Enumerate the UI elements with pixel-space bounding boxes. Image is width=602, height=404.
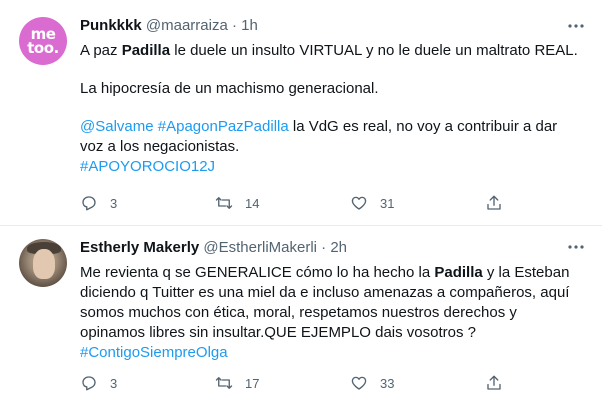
user-handle[interactable]: @EstherliMakerli [203, 239, 317, 256]
avatar[interactable]: me too. [19, 17, 67, 65]
tweet-line: Me revienta q se GENERALICE cómo lo ha h… [80, 264, 570, 281]
tweet-line: opinamos libres sin insultar.QUE EJEMPLO… [80, 324, 476, 341]
tweet-line: diciendo q Tuitter es una miel da e incl… [80, 284, 570, 301]
timestamp[interactable]: 2h [330, 239, 347, 256]
highlight: Padilla [121, 42, 171, 59]
like-button[interactable]: 33 [350, 373, 394, 393]
like-button[interactable]: 31 [350, 193, 394, 213]
avatar-text-too: too. [27, 39, 59, 57]
tweet[interactable]: Estherly Makerly @EstherliMakerli · 2h M… [0, 227, 602, 404]
tweet-line: somos muchos con ética, moral, respetamo… [80, 304, 517, 321]
tweet-line: La hipocresía de un machismo generaciona… [80, 80, 379, 97]
hashtag-link[interactable]: #APOYOROCIO12J [80, 158, 215, 175]
display-name[interactable]: Estherly Makerly [80, 239, 199, 256]
retweet-icon [215, 197, 233, 209]
tweet-line: @Salvame #ApagonPazPadilla la VdG es rea… [80, 118, 558, 135]
retweet-button[interactable]: 17 [215, 373, 259, 393]
tweet-header: Punkkkk @maarraiza · 1h [80, 17, 258, 34]
tweet-line: #APOYOROCIO12J [80, 157, 590, 177]
separator-dot: · [321, 239, 327, 256]
more-horizontal-icon[interactable] [564, 17, 588, 35]
more-horizontal-icon[interactable] [564, 238, 588, 256]
tweet-actions: 3 14 31 [80, 193, 520, 213]
like-count: 31 [380, 195, 395, 211]
retweet-count: 17 [245, 375, 260, 391]
tweet-actions: 3 17 33 [80, 373, 520, 393]
reply-icon [82, 376, 96, 391]
mention-link[interactable]: @Salvame [80, 118, 154, 135]
like-count: 33 [380, 375, 395, 391]
share-button[interactable] [485, 193, 515, 213]
tweet-text: A paz Padilla le duele un insulto VIRTUA… [80, 41, 590, 177]
share-icon [487, 375, 501, 390]
timestamp[interactable]: 1h [241, 17, 258, 34]
highlight: Padilla [434, 264, 483, 281]
retweet-button[interactable]: 14 [215, 193, 259, 213]
display-name[interactable]: Punkkkk [80, 17, 142, 34]
tweet-line: A paz Padilla le duele un insulto VIRTUA… [80, 42, 578, 59]
reply-count: 3 [110, 375, 118, 391]
tweet[interactable]: me too. Punkkkk @maarraiza · 1h A paz Pa… [0, 0, 602, 226]
tweet-line: #ContigoSiempreOlga [80, 343, 590, 363]
avatar[interactable] [19, 239, 67, 287]
heart-icon [351, 196, 367, 210]
retweet-count: 14 [245, 195, 260, 211]
reply-count: 3 [110, 195, 118, 211]
tweet-text: Me revienta q se GENERALICE cómo lo ha h… [80, 263, 590, 363]
hashtag-link[interactable]: #ApagonPazPadilla [158, 118, 289, 135]
tweet-line: voz a los negacionistas. [80, 138, 240, 155]
retweet-icon [215, 377, 233, 389]
user-handle[interactable]: @maarraiza [146, 17, 228, 34]
hashtag-link[interactable]: #ContigoSiempreOlga [80, 344, 228, 361]
reply-button[interactable]: 3 [80, 193, 117, 213]
tweet-header: Estherly Makerly @EstherliMakerli · 2h [80, 239, 347, 256]
separator-dot: · [231, 17, 237, 34]
share-icon [487, 195, 501, 210]
reply-icon [82, 196, 96, 211]
heart-icon [351, 376, 367, 390]
reply-button[interactable]: 3 [80, 373, 117, 393]
share-button[interactable] [485, 373, 515, 393]
